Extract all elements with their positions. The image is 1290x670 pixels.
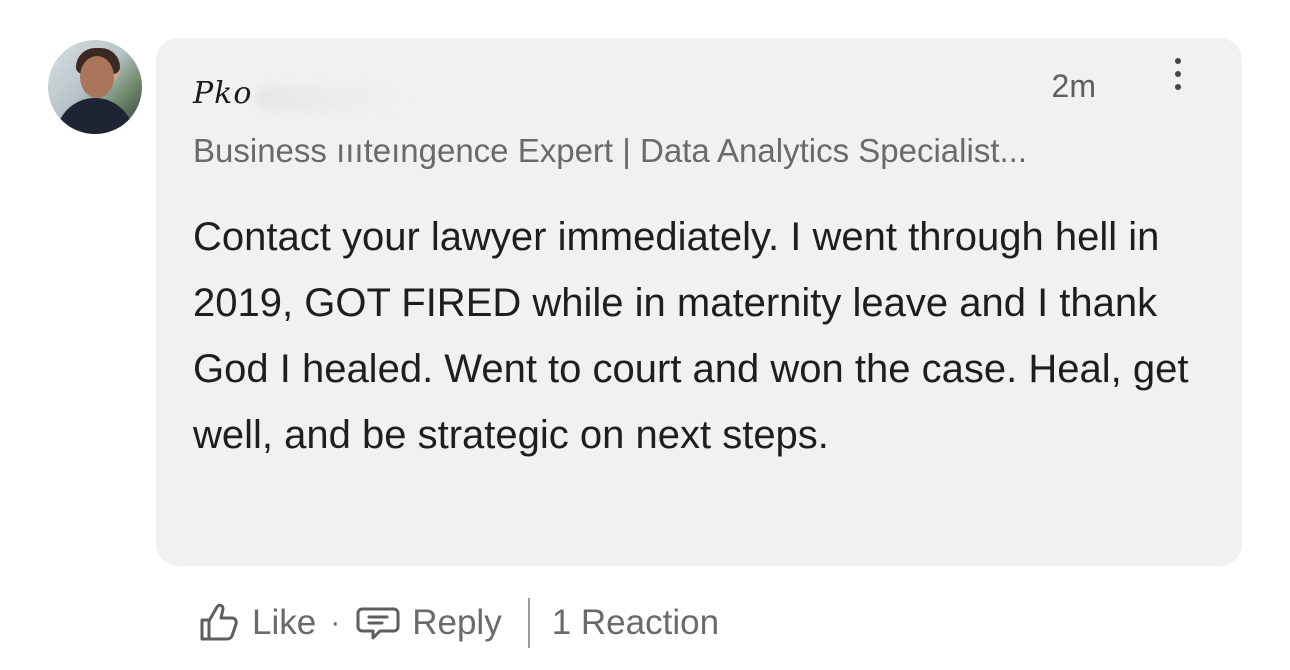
comment-timestamp: 2m — [1051, 68, 1096, 104]
speech-bubble-icon — [356, 607, 400, 640]
reactions-label: 1 Reaction — [551, 603, 720, 642]
author-avatar[interactable] — [48, 40, 142, 134]
author-headline: Business ıııteıngence Expert | Data Anal… — [193, 132, 1027, 169]
thumbs-up-icon — [200, 603, 238, 641]
avatar-face — [80, 56, 114, 98]
comment-bubble: Pko 2m Business ıııteıngence Expert | Da… — [156, 38, 1242, 566]
reply-label: Reply — [412, 603, 502, 642]
more-options-icon[interactable] — [1158, 52, 1198, 96]
comment-text: Contact your lawyer immediately. I went … — [193, 215, 1189, 457]
redacted-name-blur — [256, 86, 406, 112]
avatar-shoulders — [56, 98, 134, 134]
reactions-count[interactable]: 1 Reaction — [552, 603, 719, 643]
comment-actions: Like · Reply 1 Reaction — [194, 594, 719, 652]
like-button[interactable]: Like — [194, 599, 316, 647]
like-label: Like — [252, 603, 317, 642]
author-name[interactable]: Pko — [193, 76, 252, 111]
action-separator: · — [330, 606, 341, 639]
reply-button[interactable]: Reply — [354, 599, 502, 647]
action-divider — [527, 598, 530, 648]
